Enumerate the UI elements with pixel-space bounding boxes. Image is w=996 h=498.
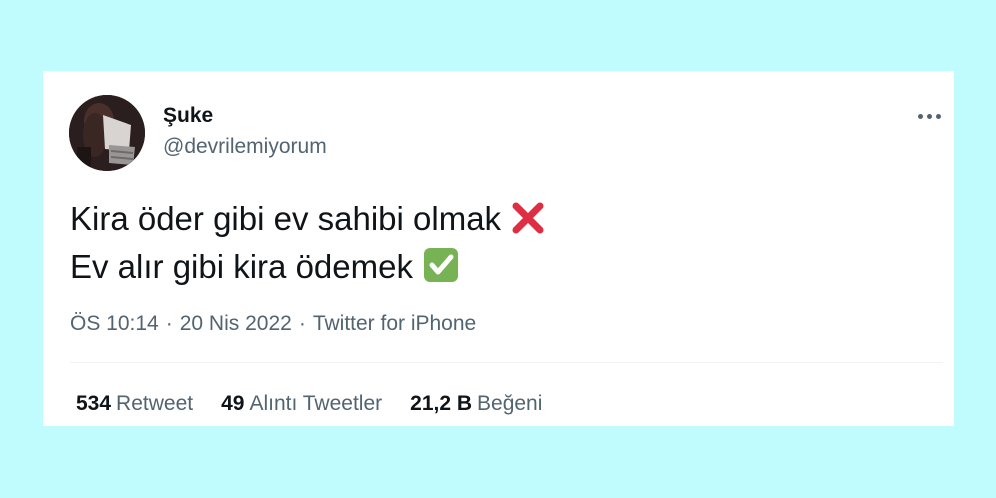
retweets-label: Retweet bbox=[116, 392, 194, 415]
avatar[interactable] bbox=[69, 95, 145, 171]
tweet-line-2-text: Ev alır gibi kira ödemek bbox=[70, 248, 413, 285]
tweet-metadata: ÖS 10:14 · 20 Nis 2022 · Twitter for iPhone bbox=[70, 311, 476, 337]
more-options-button[interactable] bbox=[915, 105, 945, 127]
separator: · bbox=[165, 312, 173, 335]
tweet-text: Kira öder gibi ev sahibi olmak Ev alır g… bbox=[70, 197, 910, 293]
tweet-line-2: Ev alır gibi kira ödemek bbox=[70, 245, 910, 293]
more-dot-icon bbox=[927, 114, 932, 119]
user-handle[interactable]: @devrilemiyorum bbox=[163, 134, 327, 160]
likes-stat[interactable]: 21,2 B Beğeni bbox=[410, 391, 542, 417]
cross-mark-icon bbox=[511, 201, 545, 245]
likes-count: 21,2 B bbox=[410, 392, 473, 415]
retweets-stat[interactable]: 534 Retweet bbox=[76, 391, 193, 417]
check-mark-icon bbox=[423, 247, 459, 293]
divider bbox=[70, 362, 943, 363]
likes-label: Beğeni bbox=[477, 392, 543, 415]
tweet-stats: 534 Retweet 49 Alıntı Tweetler 21,2 B Beğeni bbox=[76, 391, 570, 417]
quote-tweets-stat[interactable]: 49 Alıntı Tweetler bbox=[221, 391, 382, 417]
more-dot-icon bbox=[936, 114, 941, 119]
tweet-line-1-text: Kira öder gibi ev sahibi olmak bbox=[70, 200, 502, 237]
tweet-card: Şuke @devrilemiyorum Kira öder gibi ev s… bbox=[43, 71, 954, 426]
tweet-date[interactable]: 20 Nis 2022 bbox=[180, 312, 292, 335]
display-name[interactable]: Şuke bbox=[163, 103, 213, 129]
tweet-line-1: Kira öder gibi ev sahibi olmak bbox=[70, 197, 910, 245]
tweet-source-link[interactable]: Twitter for iPhone bbox=[313, 312, 476, 335]
retweets-count: 534 bbox=[76, 392, 112, 415]
separator: · bbox=[298, 312, 306, 335]
tweet-time[interactable]: ÖS 10:14 bbox=[70, 312, 159, 335]
quote-tweets-label: Alıntı Tweetler bbox=[249, 392, 383, 415]
quote-tweets-count: 49 bbox=[221, 392, 245, 415]
more-dot-icon bbox=[918, 114, 923, 119]
avatar-photo bbox=[69, 95, 145, 171]
